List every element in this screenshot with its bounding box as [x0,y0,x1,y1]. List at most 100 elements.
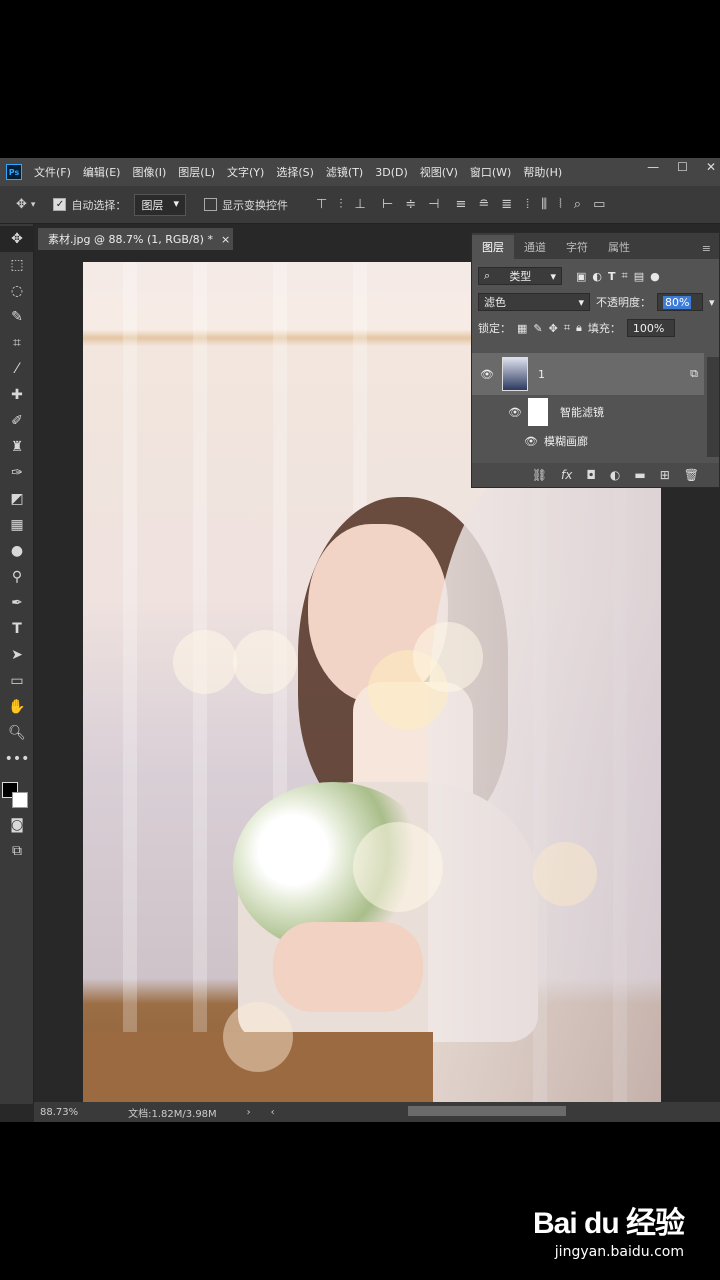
pixel-filter-icon[interactable]: ▣ [576,270,586,283]
gradient-tool-icon[interactable]: ▦ [0,512,34,538]
align-right-icon[interactable]: ⊣ [428,197,439,212]
align-vcenter-icon[interactable]: ⫶ [339,197,342,212]
path-select-tool-icon[interactable]: ➤ [0,642,34,668]
close-icon[interactable]: ✕ [706,160,716,174]
move-tool-icon[interactable]: ✥ [16,197,27,212]
crop-tool-icon[interactable]: ⌗ [0,330,34,356]
panel-menu-icon[interactable]: ≡ [694,238,719,259]
tab-layers[interactable]: 图层 [472,235,514,259]
chevron-down-icon[interactable]: ▾ [709,296,715,309]
menu-3d[interactable]: 3D(D) [369,166,414,179]
chevron-right-icon[interactable]: › [247,1107,251,1118]
rectangle-tool-icon[interactable]: ▭ [0,668,34,694]
marquee-tool-icon[interactable]: ⬚ [0,252,34,278]
clone-stamp-tool-icon[interactable]: ♜ [0,434,34,460]
brush-tool-icon[interactable]: ✐ [0,408,34,434]
workspace-icon[interactable]: ▭ [593,197,605,212]
blend-mode-dropdown[interactable]: 滤色 ▾ [478,293,590,311]
move-tool-icon[interactable]: ✥ [0,226,34,252]
align-left-icon[interactable]: ⊢ [382,197,393,212]
background-color-swatch[interactable] [12,792,28,808]
lock-all-icon[interactable]: 🔒︎ [576,321,582,335]
menu-edit[interactable]: 编辑(E) [77,164,127,180]
distribute-top-icon[interactable]: ≡ [455,197,466,212]
chevron-down-icon[interactable]: ▾ [31,200,36,210]
auto-select-checkbox[interactable]: ✓ [53,198,67,211]
filter-item-row[interactable]: 👁︎ 模糊画廊 [472,429,704,453]
lock-pixels-icon[interactable]: ✎ [533,322,542,335]
filter-kind-dropdown[interactable]: ⌕ 类型 ▾ [478,267,562,285]
delete-layer-icon[interactable]: 🗑︎ [684,468,699,482]
auto-select-dropdown[interactable]: 图层 ▾ [134,193,186,216]
chevron-left-icon[interactable]: ‹ [271,1107,275,1118]
type-filter-icon[interactable]: T [608,270,616,283]
type-tool-icon[interactable]: T [0,616,34,642]
history-brush-tool-icon[interactable]: ✑ [0,460,34,486]
panel-scrollbar[interactable] [707,357,719,457]
distribute-hcenter-icon[interactable]: ⫼ [541,197,547,212]
screen-mode-icon[interactable]: ⧉ [0,838,34,864]
color-swatches[interactable] [0,772,33,812]
eye-icon[interactable]: 👁︎ [472,368,502,381]
quick-select-tool-icon[interactable]: ✎ [0,304,34,330]
zoom-level[interactable]: 88.73% [40,1107,78,1118]
opacity-field[interactable]: 80% [657,293,703,311]
distribute-right-icon[interactable]: ⦚ [559,197,562,212]
smart-filters-row[interactable]: 👁︎ 智能滤镜 [472,395,704,429]
eraser-tool-icon[interactable]: ◩ [0,486,34,512]
menu-select[interactable]: 选择(S) [270,164,320,180]
document-tab[interactable]: 素材.jpg @ 88.7% (1, RGB/8) * × [38,228,233,250]
healing-brush-tool-icon[interactable]: ✚ [0,382,34,408]
minimize-icon[interactable]: — [647,160,659,174]
zoom-tool-icon[interactable]: 🔍︎ [0,720,34,746]
fill-field[interactable]: 100% [626,319,675,337]
distribute-vcenter-icon[interactable]: ≘ [478,197,489,212]
new-group-icon[interactable]: ▬ [634,468,645,482]
menu-help[interactable]: 帮助(H) [517,164,568,180]
lock-position-icon[interactable]: ✥ [549,322,558,335]
distribute-left-icon[interactable]: ⦙ [526,197,529,212]
show-transform-checkbox[interactable] [203,198,217,211]
eye-icon[interactable]: 👁︎ [472,406,528,419]
eye-icon[interactable]: 👁︎ [472,435,544,448]
align-bottom-icon[interactable]: ⊥ [355,197,366,212]
pen-tool-icon[interactable]: ✒ [0,590,34,616]
menu-layer[interactable]: 图层(L) [172,164,221,180]
blur-tool-icon[interactable]: ● [0,538,34,564]
fx-icon[interactable]: fx [561,468,572,482]
tab-character[interactable]: 字符 [556,235,598,259]
new-layer-icon[interactable]: ⊞ [660,468,670,482]
maximize-icon[interactable]: ☐ [677,160,688,174]
eyedropper-tool-icon[interactable]: ⁄ [0,356,34,382]
menu-image[interactable]: 图像(I) [126,164,172,180]
filter-kind-value: 类型 [509,270,532,283]
search-icon[interactable]: ⌕ [574,197,581,212]
shape-filter-icon[interactable]: ⌗ [622,269,628,283]
lock-transparent-icon[interactable]: ▦ [517,322,527,335]
lasso-tool-icon[interactable]: ◌ [0,278,34,304]
lock-artboard-icon[interactable]: ⌗ [564,321,570,335]
add-mask-icon[interactable]: ◘ [586,468,596,482]
menu-file[interactable]: 文件(F) [28,164,77,180]
link-layers-icon[interactable]: ⛓ [532,468,547,482]
filter-toggle-icon[interactable]: ● [650,270,660,283]
horizontal-scrollbar-thumb[interactable] [408,1106,566,1116]
adjustment-layer-icon[interactable]: ◐ [610,468,620,482]
tab-channels[interactable]: 通道 [514,235,556,259]
dodge-tool-icon[interactable]: ⚲ [0,564,34,590]
menu-type[interactable]: 文字(Y) [221,164,270,180]
hand-tool-icon[interactable]: ✋ [0,694,34,720]
distribute-bottom-icon[interactable]: ≣ [501,197,512,212]
layer-row[interactable]: 👁︎ 1 ⧉ [472,353,704,395]
adjustment-filter-icon[interactable]: ◐ [592,270,602,283]
close-tab-icon[interactable]: × [221,233,230,246]
quick-mask-icon[interactable]: ◙ [0,812,34,838]
menu-filter[interactable]: 滤镜(T) [320,164,369,180]
menu-view[interactable]: 视图(V) [414,164,464,180]
align-hcenter-icon[interactable]: ≑ [405,197,416,212]
menu-window[interactable]: 窗口(W) [464,164,517,180]
align-top-icon[interactable]: ⊤ [316,197,327,212]
tab-properties[interactable]: 属性 [598,235,640,259]
more-tools-icon[interactable]: ••• [0,746,34,772]
smart-object-filter-icon[interactable]: ▤ [634,270,644,283]
